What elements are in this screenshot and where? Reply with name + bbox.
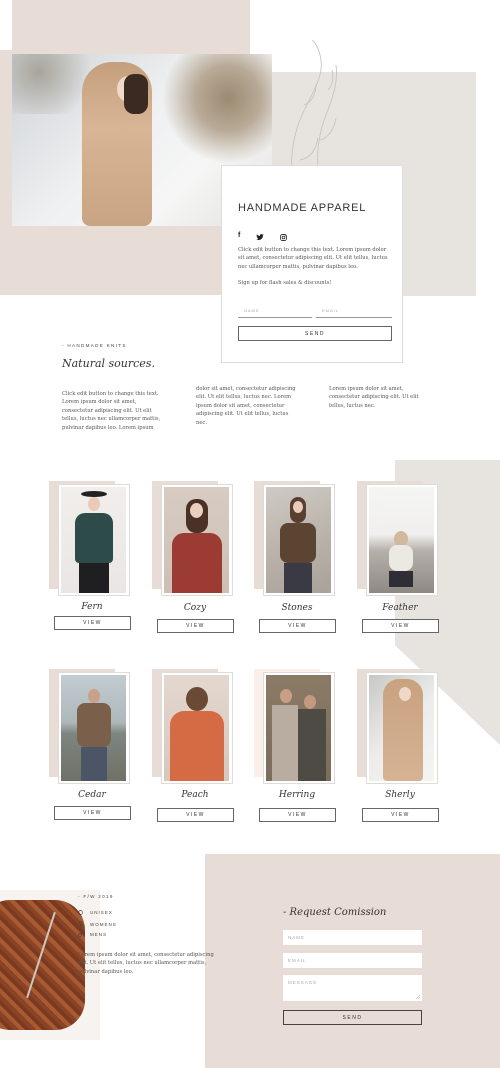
product-view-button[interactable]: VIEW [259,808,336,822]
product-photo[interactable] [369,675,434,781]
social-icons: f [238,226,288,245]
hero-signup: Sign up for flash sales & discounts! [238,280,332,286]
about-col1: Click edit button to change this text. L… [62,391,161,431]
commission-send-button[interactable]: SEND [283,1010,422,1025]
hero-send-button[interactable]: SEND [238,326,392,341]
product-view-button[interactable]: VIEW [362,808,439,822]
product-photo[interactable] [369,487,434,593]
product-photo[interactable] [164,675,229,781]
product-photo[interactable] [164,487,229,593]
product-name: Cozy [183,603,207,613]
about-col3: Lorem ipsum dolor sit amet, consectetur … [329,386,419,409]
product-name: Herring [278,790,316,800]
commission-name-field[interactable]: NAME [283,930,422,945]
male-icon [78,932,83,937]
instagram-icon[interactable] [280,226,288,245]
hero-card: HANDMADE APPAREL f Click edit button to … [221,165,403,363]
product-name: Cedar [78,790,106,800]
menu-item-unisex[interactable]: UNISEX [78,910,113,915]
collection-body: Lorem ipsum dolor sit amet, consectetur … [78,952,214,975]
circle-icon [78,910,83,915]
about-heading: Natural sources. [62,357,155,370]
resize-handle-icon[interactable] [415,994,420,999]
commission-email-field[interactable]: EMAIL [283,953,422,968]
product-card[interactable] [49,669,133,789]
twitter-icon[interactable] [256,226,265,245]
hero-email-placeholder: EMAIL [322,308,340,313]
product-name: Peach [181,790,209,800]
product-card[interactable] [254,481,338,601]
product-photo[interactable] [266,675,331,781]
menu-item-mens[interactable]: MENS [78,932,107,937]
product-card[interactable] [254,669,338,789]
product-view-button[interactable]: VIEW [54,806,131,820]
product-card[interactable] [49,481,133,601]
product-card[interactable] [152,481,236,601]
hero-name-field[interactable]: NAME [238,306,312,318]
product-view-button[interactable]: VIEW [54,616,131,630]
commission-message-field[interactable]: MESSAGE [283,975,422,1001]
product-card[interactable] [357,481,441,601]
commission-name-placeholder: NAME [288,935,306,940]
hero-title: HANDMADE APPAREL [238,202,367,214]
hero-name-placeholder: NAME [244,308,260,313]
menu-item-label: MENS [90,932,108,937]
commission-heading: - Request Comission [283,907,387,918]
product-name: Fern [81,602,103,612]
hero-body: Click edit button to change this text. L… [238,247,388,270]
product-card[interactable] [152,669,236,789]
product-name: Stones [281,603,313,613]
product-view-button[interactable]: VIEW [157,808,234,822]
commission-message-placeholder: MESSAGE [288,980,318,985]
menu-item-label: UNISEX [90,910,113,915]
product-view-button[interactable]: VIEW [362,619,439,633]
product-name: Feather [382,603,418,613]
menu-item-label: WOMENS [90,921,117,927]
about-eyebrow: - HANDMADE KNITS [62,343,127,348]
product-view-button[interactable]: VIEW [157,619,234,633]
product-photo[interactable] [61,675,126,781]
product-view-button[interactable]: VIEW [259,619,336,633]
product-name: Sherly [385,790,415,800]
menu-item-womens[interactable]: WOMENS [78,921,117,927]
hero-email-field[interactable]: EMAIL [316,306,392,318]
product-photo[interactable] [266,487,331,593]
collection-eyebrow: - F/W 2019 [78,894,114,899]
commission-email-placeholder: EMAIL [288,958,307,963]
product-photo[interactable] [61,487,126,593]
product-card[interactable] [357,669,441,789]
facebook-icon[interactable]: f [238,232,240,239]
pin-icon [78,921,83,927]
about-col2: dolor sit amet, consectetur adipiscing e… [196,386,296,426]
